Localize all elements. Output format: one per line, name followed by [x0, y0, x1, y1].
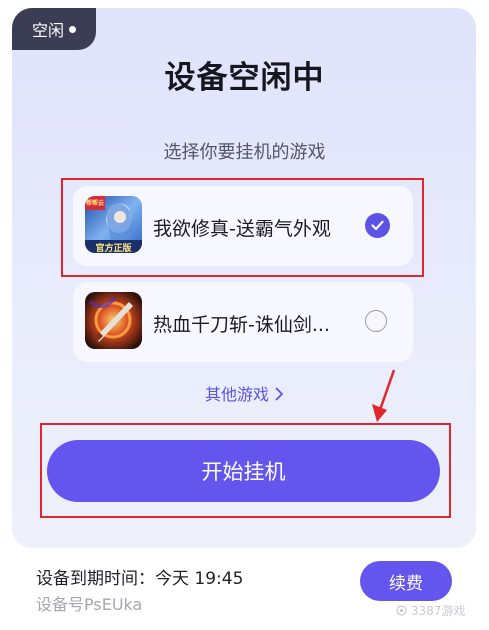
game-icon-badge: 帮帮云: [86, 200, 105, 207]
unchecked-radio-icon[interactable]: [365, 310, 387, 332]
game-name: 我欲修真-送霸气外观: [153, 218, 331, 240]
expire-value: 今天 19:45: [155, 569, 244, 589]
xianxia-game-icon: 帮帮云 官方正版: [85, 196, 142, 253]
page-subtitle: 选择你要挂机的游戏: [163, 142, 326, 163]
game-item-re-xue-qian-dao-zhan[interactable]: 热血千刀斩-诛仙剑...: [73, 282, 413, 362]
device-id: 设备号PsEUka: [36, 595, 143, 614]
checked-radio-icon[interactable]: [365, 213, 390, 238]
status-badge: 空闲: [12, 8, 96, 50]
game-name: 热血千刀斩-诛仙剑...: [153, 314, 330, 336]
status-dot-icon: [69, 25, 76, 33]
game-item-wo-yu-xiu-zhen[interactable]: 帮帮云 官方正版 我欲修真-送霸气外观: [73, 186, 413, 266]
expire-label: 设备到期时间：: [36, 569, 155, 589]
watermark-logo-icon: [396, 605, 407, 616]
expire-info: 设备到期时间：今天 19:45: [36, 564, 243, 589]
page-title: 设备空闲中: [164, 60, 325, 96]
game-icon-banner: 官方正版: [95, 244, 132, 253]
watermark-text: 3387游戏: [410, 604, 466, 618]
other-games-link[interactable]: 其他游戏: [0, 381, 489, 405]
chevron-right-icon: [275, 386, 284, 405]
status-label: 空闲: [31, 21, 64, 40]
sword-game-icon: [85, 292, 142, 349]
watermark: 3387游戏: [396, 602, 465, 619]
start-idle-button[interactable]: 开始挂机: [47, 440, 440, 502]
renew-button[interactable]: 续费: [360, 561, 452, 601]
other-games-label: 其他游戏: [204, 385, 269, 404]
